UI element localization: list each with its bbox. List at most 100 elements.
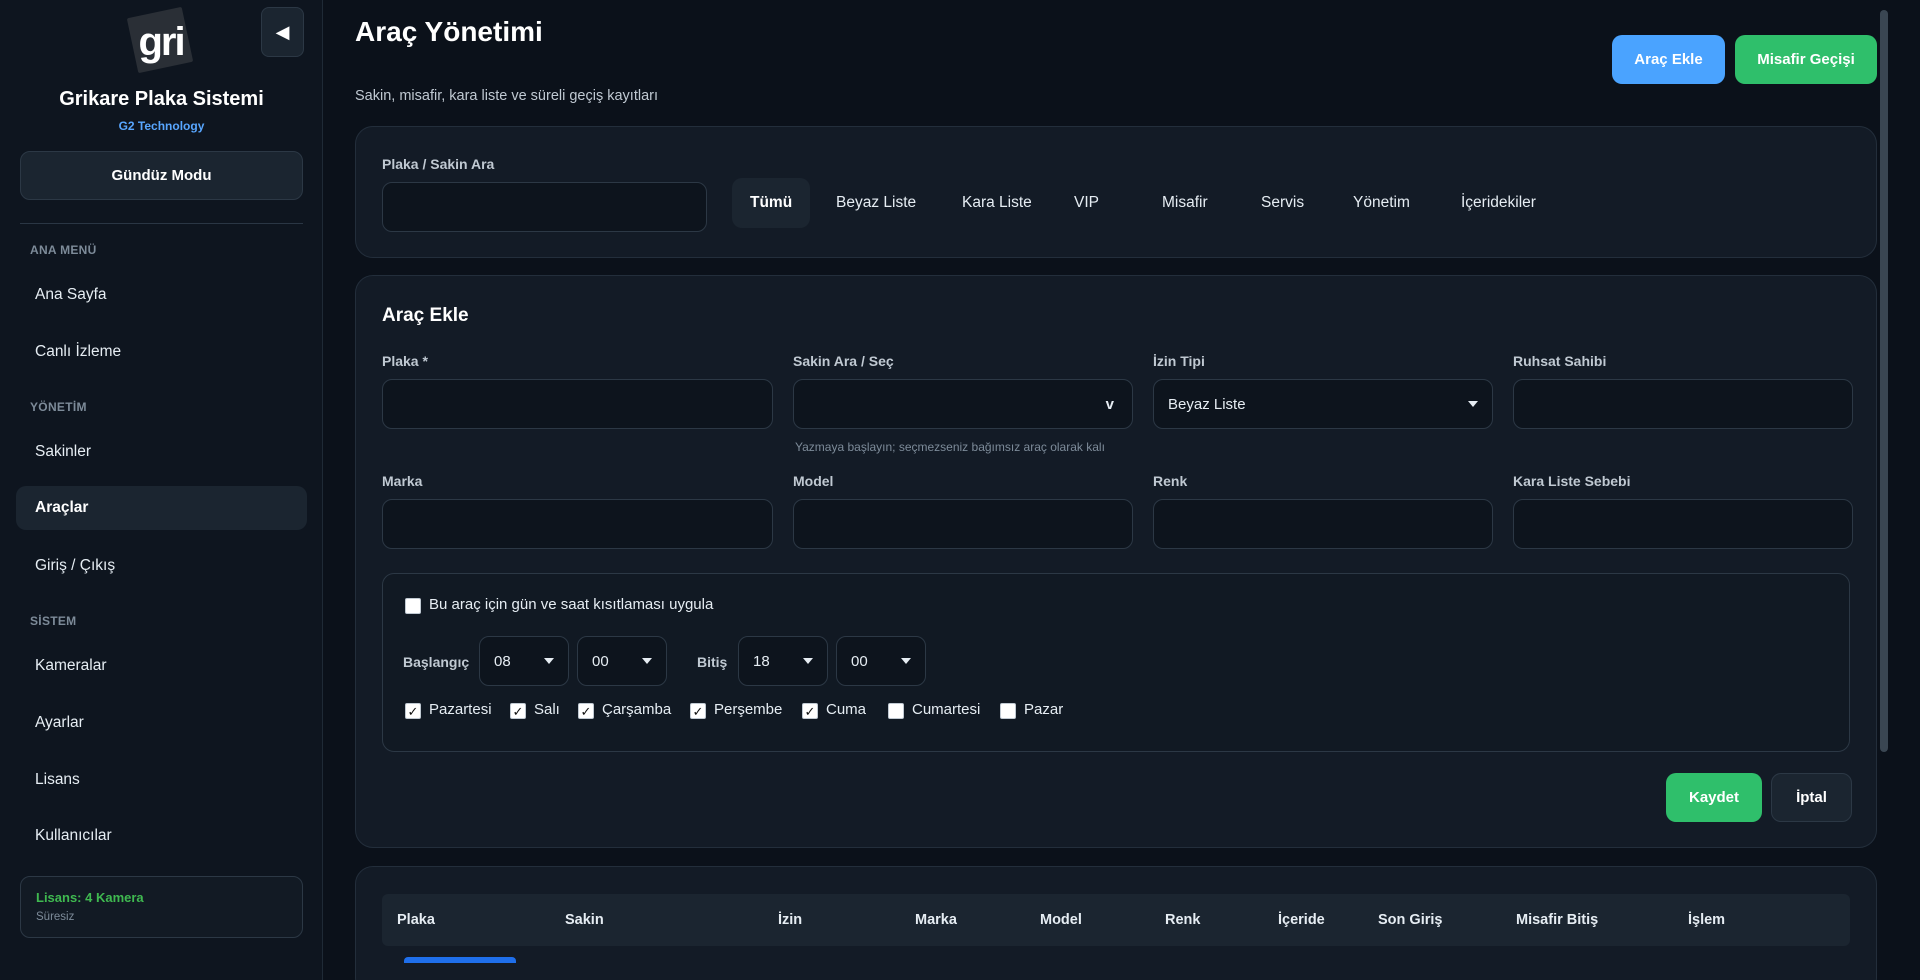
brand-subtitle: G2 Technology <box>118 119 205 133</box>
collapse-sidebar-button[interactable]: ◀ <box>261 7 304 57</box>
logo-text: gri <box>138 20 185 64</box>
day-checkbox-sat[interactable] <box>888 703 904 719</box>
caret-down-icon <box>1468 401 1478 407</box>
section-label-management: YÖNETİM <box>30 400 87 414</box>
sidebar-item-vehicles[interactable]: Araçlar <box>16 486 307 530</box>
search-label: Plaka / Sakin Ara <box>382 156 495 172</box>
brand-name: Grikare Plaka Sistemi <box>59 88 264 110</box>
check-icon: ✓ <box>407 703 419 719</box>
day-checkbox-fri[interactable]: ✓ <box>802 703 818 719</box>
brand-label: Marka <box>382 473 423 489</box>
tab-vip[interactable]: VIP <box>1056 178 1117 228</box>
save-button[interactable]: Kaydet <box>1666 773 1762 822</box>
table-header: Plaka Sakin İzin Marka Model Renk İçerid… <box>382 894 1850 946</box>
cancel-button[interactable]: İptal <box>1771 773 1852 822</box>
resident-select[interactable]: v <box>793 379 1133 429</box>
sidebar-item-entry-exit[interactable]: Giriş / Çıkış <box>16 544 307 588</box>
tab-blacklist[interactable]: Kara Liste <box>944 178 1050 228</box>
filter-card: Plaka / Sakin Ara Tümü Beyaz Liste Kara … <box>355 126 1877 258</box>
day-checkbox-sun[interactable] <box>1000 703 1016 719</box>
permit-type-value: Beyaz Liste <box>1168 395 1246 413</box>
guest-pass-button[interactable]: Misafir Geçişi <box>1735 35 1877 84</box>
end-hour-value: 18 <box>753 652 770 670</box>
column-header-guest-expiry[interactable]: Misafir Bitiş <box>1516 912 1598 928</box>
sidebar-item-cameras[interactable]: Kameralar <box>16 644 307 688</box>
license-info-box: Lisans: 4 Kamera Süresiz <box>20 876 303 938</box>
sidebar-item-residents[interactable]: Sakinler <box>16 430 307 474</box>
page-scrollbar[interactable] <box>1880 10 1888 752</box>
search-input[interactable] <box>382 182 707 232</box>
permit-type-label: İzin Tipi <box>1153 353 1205 369</box>
plate-label: Plaka * <box>382 353 428 369</box>
add-vehicle-form-card: Araç Ekle Plaka * Sakin Ara / Seç v Yazm… <box>355 275 1877 848</box>
column-header-plate[interactable]: Plaka <box>397 912 435 928</box>
blacklist-reason-input[interactable] <box>1513 499 1853 549</box>
day-checkbox-tue[interactable]: ✓ <box>510 703 526 719</box>
column-header-actions[interactable]: İşlem <box>1688 912 1725 928</box>
restriction-checkbox-label: Bu araç için gün ve saat kısıtlaması uyg… <box>429 596 714 613</box>
logo: gri <box>126 6 194 74</box>
model-input[interactable] <box>793 499 1133 549</box>
section-label-system: SİSTEM <box>30 614 77 628</box>
table-row-badge <box>404 957 516 963</box>
owner-label: Ruhsat Sahibi <box>1513 353 1607 369</box>
tab-management[interactable]: Yönetim <box>1335 178 1428 228</box>
check-icon: ✓ <box>804 703 816 719</box>
check-icon: ✓ <box>512 703 524 719</box>
end-time-label: Bitiş <box>697 654 728 670</box>
column-header-brand[interactable]: Marka <box>915 912 957 928</box>
check-icon: ✓ <box>580 703 592 719</box>
day-checkbox-wed[interactable]: ✓ <box>578 703 594 719</box>
tab-service[interactable]: Servis <box>1243 178 1322 228</box>
end-minute-select[interactable]: 00 <box>836 636 926 686</box>
brand-input[interactable] <box>382 499 773 549</box>
tab-inside[interactable]: İçeridekiler <box>1443 178 1554 228</box>
day-label-sun: Pazar <box>1024 701 1064 718</box>
day-label-wed: Çarşamba <box>602 701 672 718</box>
restriction-checkbox[interactable] <box>405 598 421 614</box>
sidebar-item-license[interactable]: Lisans <box>16 758 307 802</box>
resident-label: Sakin Ara / Seç <box>793 353 894 369</box>
day-checkbox-mon[interactable]: ✓ <box>405 703 421 719</box>
plate-input[interactable] <box>382 379 773 429</box>
day-label-tue: Salı <box>534 701 560 718</box>
sidebar-item-users[interactable]: Kullanıcılar <box>16 814 307 858</box>
start-time-label: Başlangıç <box>403 654 470 670</box>
day-label-mon: Pazartesi <box>429 701 492 718</box>
column-header-model[interactable]: Model <box>1040 912 1082 928</box>
day-mode-button[interactable]: Gündüz Modu <box>20 151 303 200</box>
owner-input[interactable] <box>1513 379 1853 429</box>
vehicle-table-card: Plaka Sakin İzin Marka Model Renk İçerid… <box>355 866 1877 980</box>
time-restriction-box: Bu araç için gün ve saat kısıtlaması uyg… <box>382 573 1850 752</box>
caret-down-icon <box>642 658 652 664</box>
page-title: Araç Yönetimi <box>355 16 543 47</box>
sidebar-item-live[interactable]: Canlı İzleme <box>16 330 307 374</box>
column-header-color[interactable]: Renk <box>1165 912 1200 928</box>
tab-all[interactable]: Tümü <box>732 178 811 228</box>
permit-type-select[interactable]: Beyaz Liste <box>1153 379 1493 429</box>
sidebar-divider <box>20 223 303 224</box>
tab-whitelist[interactable]: Beyaz Liste <box>818 178 934 228</box>
license-subtitle: Süresiz <box>36 911 75 923</box>
caret-down-icon <box>803 658 813 664</box>
license-title: Lisans: 4 Kamera <box>36 890 144 905</box>
model-label: Model <box>793 473 834 489</box>
sidebar-item-settings[interactable]: Ayarlar <box>16 701 307 745</box>
start-minute-value: 00 <box>592 652 609 670</box>
tab-guest[interactable]: Misafir <box>1144 178 1226 228</box>
column-header-inside[interactable]: İçeride <box>1278 912 1325 928</box>
blacklist-reason-label: Kara Liste Sebebi <box>1513 473 1631 489</box>
column-header-last-entry[interactable]: Son Giriş <box>1378 912 1442 928</box>
end-hour-select[interactable]: 18 <box>738 636 828 686</box>
start-hour-select[interactable]: 08 <box>479 636 569 686</box>
start-hour-value: 08 <box>494 652 511 670</box>
column-header-resident[interactable]: Sakin <box>565 912 604 928</box>
day-checkbox-thu[interactable]: ✓ <box>690 703 706 719</box>
sidebar-item-home[interactable]: Ana Sayfa <box>16 273 307 317</box>
start-minute-select[interactable]: 00 <box>577 636 667 686</box>
add-vehicle-button[interactable]: Araç Ekle <box>1612 35 1725 84</box>
day-label-thu: Perşembe <box>714 701 783 718</box>
color-input[interactable] <box>1153 499 1493 549</box>
column-header-permit[interactable]: İzin <box>778 912 802 928</box>
triangle-left-icon: ◀ <box>275 21 290 42</box>
